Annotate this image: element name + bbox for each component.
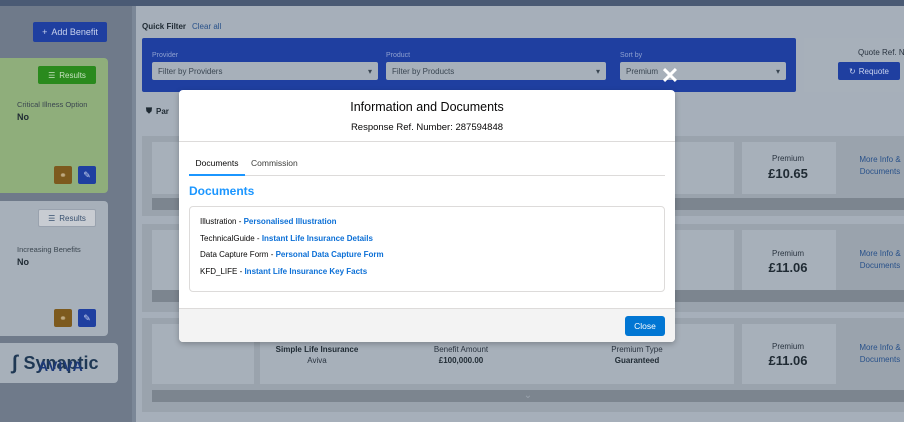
filter-bar: Provider Filter by Providers ▾ Product F…	[142, 38, 796, 92]
document-link[interactable]: Personalised Illustration	[244, 217, 337, 226]
benefit-option-value: No	[17, 112, 29, 122]
premium-type-cell: Premium Type Guaranteed	[582, 344, 692, 366]
chevron-down-icon: ▾	[775, 66, 780, 76]
benefit-amount-cell: Benefit Amount £100,000.00	[406, 344, 516, 366]
documents-section-title: Documents	[189, 184, 255, 198]
premium-value: £11.06	[768, 353, 808, 368]
modal-title: Information and Documents	[350, 100, 504, 114]
benefit-card-2: ☰ Results Increasing Benefits No ⚭ ✎	[0, 201, 108, 336]
provider-select-value: Filter by Providers	[158, 66, 223, 76]
tab-documents[interactable]: Documents	[189, 158, 245, 176]
information-documents-modal: Information and Documents Response Ref. …	[179, 90, 675, 342]
edit-button[interactable]: ✎	[78, 309, 96, 327]
chevron-down-icon: ▾	[367, 66, 372, 76]
product-label: Product	[386, 52, 411, 59]
premium-label: Premium	[771, 342, 804, 351]
premium-value: £11.06	[768, 260, 808, 275]
modal-footer: Close	[179, 308, 675, 342]
edit-icon: ✎	[83, 169, 91, 180]
more-info-link[interactable]: More Info & Documents	[852, 248, 904, 272]
link-icon: ⚭	[59, 312, 67, 323]
benefit-option-label: Increasing Benefits	[17, 245, 81, 254]
documents-list: Illustration - Personalised Illustration…	[189, 206, 665, 292]
shield-icon: ⛊	[146, 106, 152, 115]
list-icon: ☰	[48, 213, 56, 223]
plan-name: Simple Life Insurance	[275, 345, 359, 354]
results-tab[interactable]: ⛊ Par	[146, 106, 169, 116]
benefit-card-1: ☰ Results Critical Illness Option No ⚭ ✎	[0, 58, 108, 193]
edit-button[interactable]: ✎	[78, 166, 96, 184]
modal-header: Information and Documents Response Ref. …	[179, 90, 675, 142]
premium-label: Premium	[771, 154, 804, 163]
document-link[interactable]: Instant Life Insurance Details	[262, 234, 373, 243]
link-button[interactable]: ⚭	[54, 166, 72, 184]
benefit-amount-label: Benefit Amount	[433, 345, 489, 354]
close-icon[interactable]: ✕	[659, 65, 681, 87]
document-link[interactable]: Personal Data Capture Form	[276, 250, 384, 259]
chevron-down-icon: ⌄	[523, 390, 533, 401]
edit-icon: ✎	[83, 312, 91, 323]
product-select[interactable]: Filter by Products ▾	[386, 62, 606, 80]
link-button[interactable]: ⚭	[54, 309, 72, 327]
provider-label: Provider	[152, 52, 179, 59]
results-label: Results	[59, 70, 86, 80]
more-info-link[interactable]: More Info & Documents	[852, 342, 904, 366]
results-label: Results	[59, 213, 86, 223]
quote-ref-label: Quote Ref. N	[858, 48, 904, 57]
list-item: Illustration - Personalised Illustration	[200, 217, 337, 226]
clear-all-link[interactable]: Clear all	[192, 22, 221, 31]
benefit-option-value: No	[17, 257, 29, 267]
expand-bar[interactable]: ⌄	[152, 390, 904, 402]
requote-button[interactable]: ↻ Requote	[838, 62, 900, 80]
sort-label: Sort by	[620, 52, 643, 59]
modal-tabs: Documents Commission	[189, 156, 665, 176]
premium-type-value: Guaranteed	[614, 356, 660, 365]
requote-label: Requote	[858, 66, 889, 76]
sort-select-value: Premium	[626, 66, 659, 76]
benefit-option-label: Critical Illness Option	[17, 100, 88, 109]
list-item: Data Capture Form - Personal Data Captur…	[200, 250, 384, 259]
quick-filter-title: Quick Filter	[142, 22, 187, 31]
results-button-1[interactable]: ☰ Results	[38, 66, 96, 84]
premium-value: £10.65	[768, 166, 808, 181]
synaptic-mark-icon: ∫	[12, 351, 18, 374]
quote-ref-box: Quote Ref. N ↻ Requote	[804, 38, 904, 92]
refresh-icon: ↻	[849, 66, 856, 76]
plus-icon: +	[42, 27, 48, 37]
results-tab-label: Par	[156, 106, 169, 116]
tab-commission[interactable]: Commission	[251, 158, 311, 176]
add-benefit-button[interactable]: + Add Benefit	[33, 22, 107, 42]
document-type: TechnicalGuide	[200, 234, 255, 243]
premium-type-label: Premium Type	[611, 345, 663, 354]
benefit-amount-value: £100,000.00	[438, 356, 484, 365]
product-select-value: Filter by Products	[392, 66, 455, 76]
document-type: Illustration	[200, 217, 237, 226]
document-type: KFD_LIFE	[200, 267, 238, 276]
results-button-2[interactable]: ☰ Results	[38, 209, 96, 227]
more-info-link[interactable]: More Info & Documents	[852, 154, 904, 178]
sort-select[interactable]: Premium ▾	[620, 62, 786, 80]
chevron-down-icon: ▾	[595, 66, 600, 76]
list-icon: ☰	[48, 70, 56, 80]
list-item: KFD_LIFE - Instant Life Insurance Key Fa…	[200, 267, 368, 276]
link-icon: ⚭	[59, 169, 67, 180]
response-ref-number: Response Ref. Number: 287594848	[350, 122, 504, 133]
aviva-logo: AVIVA	[38, 358, 84, 374]
plan-name-cell: Simple Life Insurance Aviva	[262, 344, 372, 366]
plan-provider: Aviva	[307, 356, 327, 365]
close-button[interactable]: Close	[625, 316, 665, 336]
premium-label: Premium	[771, 249, 804, 258]
document-link[interactable]: Instant Life Insurance Key Facts	[244, 267, 367, 276]
list-item: TechnicalGuide - Instant Life Insurance …	[200, 234, 373, 243]
provider-select[interactable]: Filter by Providers ▾	[152, 62, 378, 80]
add-benefit-label: Add Benefit	[51, 27, 98, 37]
document-type: Data Capture Form	[200, 250, 269, 259]
